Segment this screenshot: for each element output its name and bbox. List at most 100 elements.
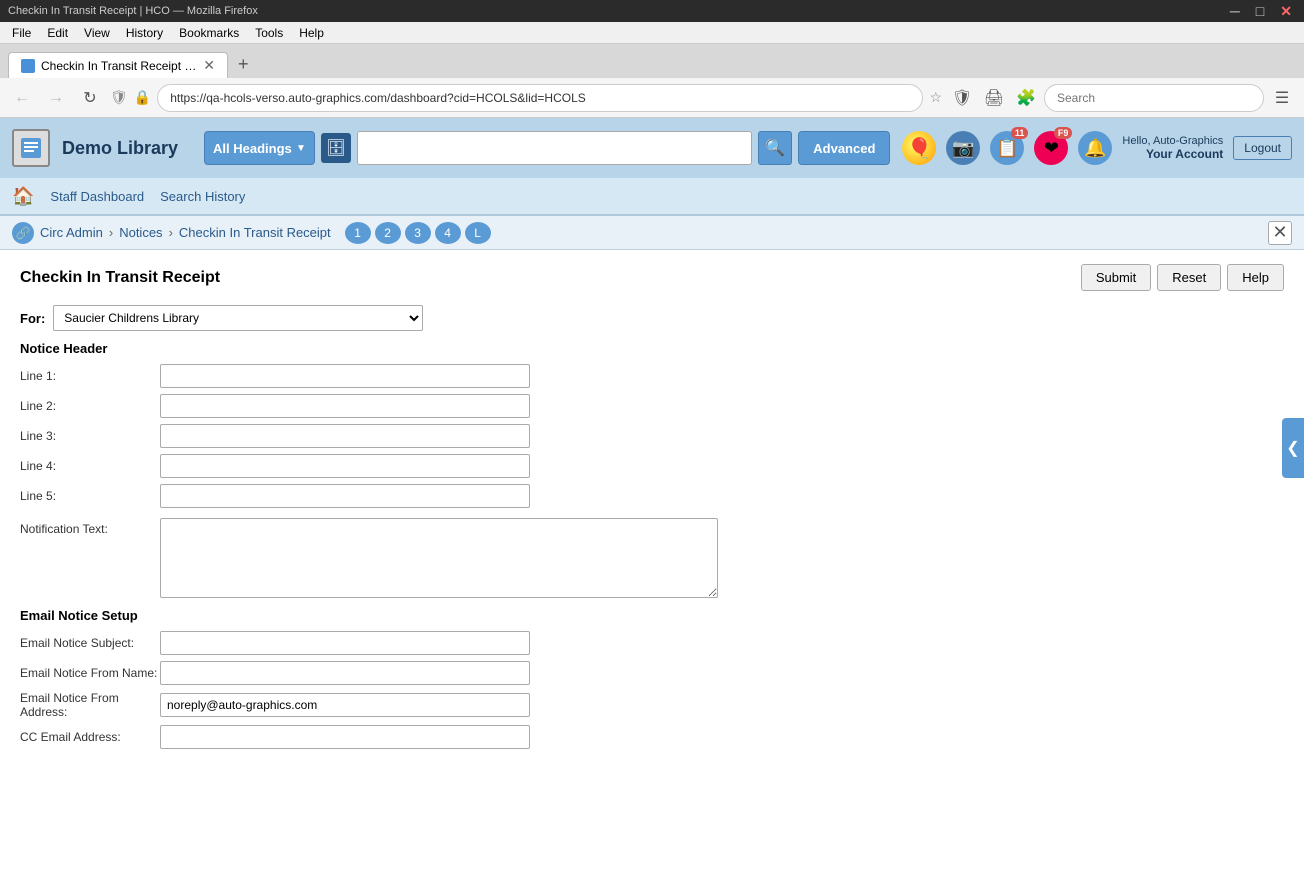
notice-header-title: Notice Header [20, 341, 1284, 356]
line4-input[interactable] [160, 454, 530, 478]
page-title-row: Checkin In Transit Receipt Submit Reset … [20, 264, 1284, 291]
search-button[interactable]: 🔍 [758, 131, 792, 165]
print-icon[interactable]: 🖨 [980, 84, 1008, 112]
line5-input[interactable] [160, 484, 530, 508]
bell-circle: 🔔 [1078, 131, 1112, 165]
line5-label: Line 5: [20, 489, 160, 503]
account-area: Hello, Auto-Graphics Your Account [1122, 135, 1223, 161]
line5-row: Line 5: [20, 484, 1284, 508]
headings-select[interactable]: All Headings Author Title Subject [213, 141, 292, 156]
browser-search-input[interactable] [1044, 84, 1264, 112]
advanced-button[interactable]: Advanced [798, 131, 890, 165]
email-setup-section: Email Notice Setup Email Notice Subject:… [20, 608, 1284, 749]
notification-textarea[interactable] [160, 518, 718, 598]
notification-row: Notification Text: [20, 518, 1284, 598]
list-icon[interactable]: 11 📋 [990, 131, 1024, 165]
tab-close-icon[interactable]: ✕ [203, 57, 215, 74]
browser-menu-bar: File Edit View History Bookmarks Tools H… [0, 22, 1304, 44]
email-from-name-row: Email Notice From Name: [20, 661, 1284, 685]
line1-input[interactable] [160, 364, 530, 388]
breadcrumb-circ-admin[interactable]: Circ Admin [40, 225, 103, 240]
library-name: Demo Library [62, 138, 192, 159]
new-tab-button[interactable]: + [232, 50, 255, 78]
line2-row: Line 2: [20, 394, 1284, 418]
close-button[interactable]: ✕ [1268, 221, 1292, 245]
search-area: All Headings Author Title Subject ▼ 🗄 🔍 … [204, 131, 890, 165]
staff-dashboard-link[interactable]: Staff Dashboard [50, 189, 144, 204]
refresh-button[interactable]: ↻ [76, 84, 104, 112]
menu-file[interactable]: File [4, 24, 39, 42]
email-from-name-label: Email Notice From Name: [20, 666, 160, 680]
maximize-btn[interactable]: □ [1252, 3, 1268, 19]
step-l[interactable]: L [465, 222, 491, 244]
cc-email-input[interactable] [160, 725, 530, 749]
email-subject-input[interactable] [160, 631, 530, 655]
your-account-link[interactable]: Your Account [1146, 147, 1223, 161]
line3-label: Line 3: [20, 429, 160, 443]
browser-addressbar: ← → ↻ 🛡 🔒 ☆ 🛡 🖨 🧩 ☰ [0, 78, 1304, 118]
app-navbar: 🏠 Staff Dashboard Search History [0, 178, 1304, 216]
main-search-input[interactable] [357, 131, 752, 165]
home-icon[interactable]: 🏠 [12, 186, 34, 207]
for-select[interactable]: Saucier Childrens Library [53, 305, 423, 331]
camera-icon[interactable]: 📷 [946, 131, 980, 165]
step-dots: 1 2 3 4 L [345, 222, 491, 244]
logout-button[interactable]: Logout [1233, 136, 1292, 160]
app-header: Demo Library All Headings Author Title S… [0, 118, 1304, 178]
menu-view[interactable]: View [76, 24, 118, 42]
heart-icon[interactable]: F9 ❤ [1034, 131, 1068, 165]
pocket-icon[interactable]: 🛡 [948, 84, 976, 112]
close-btn[interactable]: ✕ [1276, 3, 1296, 20]
email-from-name-input[interactable] [160, 661, 530, 685]
line3-row: Line 3: [20, 424, 1284, 448]
window-title: Checkin In Transit Receipt | HCO — Mozil… [8, 5, 1218, 17]
chevron-down-icon: ▼ [296, 143, 306, 154]
bell-icon[interactable]: 🔔 [1078, 131, 1112, 165]
search-history-link[interactable]: Search History [160, 189, 245, 204]
menu-icon[interactable]: ☰ [1268, 84, 1296, 112]
step-4[interactable]: 4 [435, 222, 461, 244]
menu-tools[interactable]: Tools [247, 24, 291, 42]
bookmark-star-icon[interactable]: ☆ [929, 89, 942, 106]
menu-edit[interactable]: Edit [39, 24, 76, 42]
reset-button[interactable]: Reset [1157, 264, 1221, 291]
shield-icon: 🛡 [110, 89, 128, 106]
breadcrumb-current: Checkin In Transit Receipt [179, 225, 331, 240]
help-button[interactable]: Help [1227, 264, 1284, 291]
cc-email-row: CC Email Address: [20, 725, 1284, 749]
minimize-btn[interactable]: ─ [1226, 3, 1244, 19]
browser-toolbar-right: 🛡 🖨 🧩 ☰ [948, 84, 1296, 112]
puzzle-icon[interactable]: 🧩 [1012, 84, 1040, 112]
browser-titlebar: Checkin In Transit Receipt | HCO — Mozil… [0, 0, 1304, 22]
notification-section: Notification Text: [20, 518, 1284, 598]
address-bar[interactable] [157, 84, 923, 112]
tab-favicon [21, 59, 35, 73]
menu-bookmarks[interactable]: Bookmarks [171, 24, 247, 42]
balloon-icon[interactable]: 🎈 [902, 131, 936, 165]
email-from-addr-input[interactable] [160, 693, 530, 717]
bc-sep-2: › [169, 225, 173, 240]
line4-label: Line 4: [20, 459, 160, 473]
notice-header-section: Notice Header Line 1: Line 2: Line 3: Li… [20, 341, 1284, 508]
email-setup-title: Email Notice Setup [20, 608, 1284, 623]
step-3[interactable]: 3 [405, 222, 431, 244]
breadcrumb-notices[interactable]: Notices [119, 225, 162, 240]
step-2[interactable]: 2 [375, 222, 401, 244]
line2-input[interactable] [160, 394, 530, 418]
side-collapse-button[interactable]: ❮ [1282, 418, 1304, 478]
submit-button[interactable]: Submit [1081, 264, 1151, 291]
email-from-addr-row: Email Notice From Address: [20, 691, 1284, 719]
page-title: Checkin In Transit Receipt [20, 269, 1081, 287]
line3-input[interactable] [160, 424, 530, 448]
forward-button[interactable]: → [42, 84, 70, 112]
step-1[interactable]: 1 [345, 222, 371, 244]
database-icon[interactable]: 🗄 [321, 133, 351, 163]
breadcrumb-bar: 🔗 Circ Admin › Notices › Checkin In Tran… [0, 216, 1304, 250]
tab-title: Checkin In Transit Receipt | HCO [41, 59, 197, 73]
headings-dropdown[interactable]: All Headings Author Title Subject ▼ [204, 131, 315, 165]
active-tab[interactable]: Checkin In Transit Receipt | HCO ✕ [8, 52, 228, 78]
email-from-addr-label: Email Notice From Address: [20, 691, 160, 719]
back-button[interactable]: ← [8, 84, 36, 112]
menu-history[interactable]: History [118, 24, 171, 42]
menu-help[interactable]: Help [291, 24, 332, 42]
